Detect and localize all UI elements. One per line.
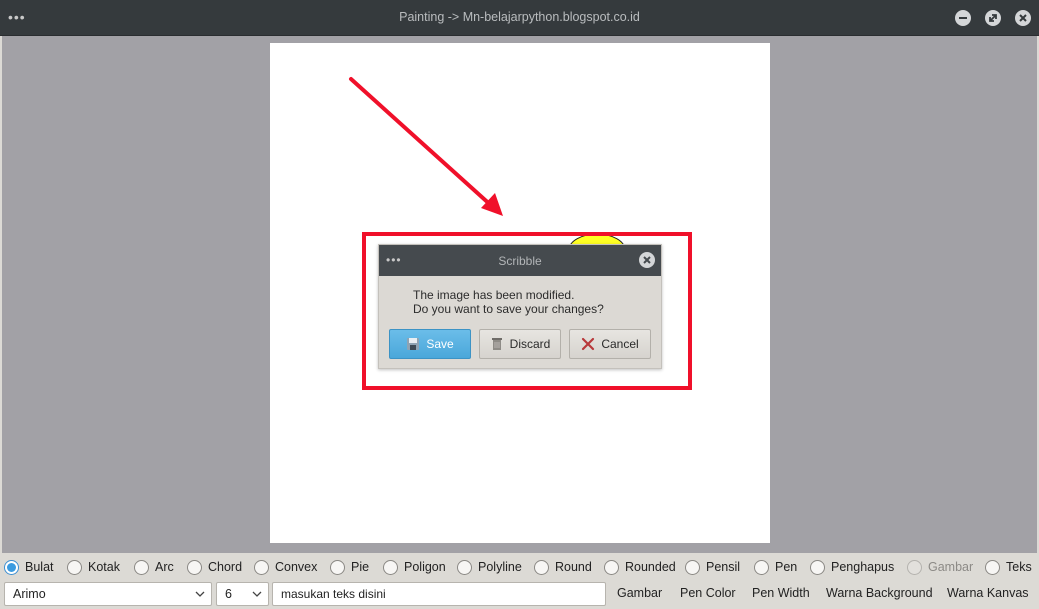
- font-select[interactable]: Arimo: [4, 582, 212, 606]
- radio-chord[interactable]: Chord: [187, 559, 242, 575]
- cancel-button-label: Cancel: [601, 337, 639, 351]
- radio-pensil[interactable]: Pensil: [685, 559, 740, 575]
- save-button-label: Save: [426, 337, 454, 351]
- minimize-icon: [959, 17, 967, 19]
- shape-selector: Bulat Kotak Arc Chord Convex Pie Poligon…: [0, 555, 1039, 579]
- dialog-message-line2: Do you want to save your changes?: [413, 302, 604, 316]
- chevron-down-icon: [252, 591, 262, 597]
- dialog-message: The image has been modified. Do you want…: [413, 288, 604, 316]
- pen-width-button[interactable]: Pen Width: [752, 586, 810, 600]
- trash-icon: [491, 338, 502, 350]
- radio-teks[interactable]: Teks: [985, 559, 1032, 575]
- chevron-down-icon: [195, 591, 205, 597]
- discard-button[interactable]: Discard: [479, 329, 561, 359]
- close-icon: [1019, 14, 1027, 22]
- maximize-icon: [989, 14, 997, 22]
- radio-bulat[interactable]: Bulat: [4, 559, 54, 575]
- discard-button-label: Discard: [509, 337, 551, 351]
- radio-arc[interactable]: Arc: [134, 559, 174, 575]
- pen-size-select[interactable]: 6: [216, 582, 269, 606]
- window-titlebar: ••• Painting -> Mn-belajarpython.blogspo…: [0, 0, 1039, 36]
- radio-gambar: Gambar: [907, 559, 973, 575]
- close-icon: [643, 256, 651, 264]
- warna-kanvas-button[interactable]: Warna Kanvas: [947, 586, 1029, 600]
- font-select-value: Arimo: [13, 587, 46, 601]
- radio-convex[interactable]: Convex: [254, 559, 317, 575]
- radio-pie[interactable]: Pie: [330, 559, 369, 575]
- dialog-message-line1: The image has been modified.: [413, 288, 575, 302]
- gambar-button[interactable]: Gambar: [617, 586, 662, 600]
- window-title: Painting -> Mn-belajarpython.blogspot.co…: [399, 10, 640, 24]
- close-button[interactable]: [1015, 10, 1031, 26]
- save-button[interactable]: Save: [389, 329, 471, 359]
- minimize-button[interactable]: [955, 10, 971, 26]
- cancel-button[interactable]: Cancel: [569, 329, 651, 359]
- maximize-button[interactable]: [985, 10, 1001, 26]
- pen-size-value: 6: [225, 587, 232, 601]
- radio-round[interactable]: Round: [534, 559, 592, 575]
- warna-background-button[interactable]: Warna Background: [826, 586, 933, 600]
- radio-kotak[interactable]: Kotak: [67, 559, 120, 575]
- save-changes-dialog: ••• Scribble The image has been modified…: [378, 244, 662, 369]
- radio-rounded[interactable]: Rounded: [604, 559, 676, 575]
- cancel-icon: [582, 337, 595, 351]
- dialog-close-button[interactable]: [639, 252, 655, 268]
- bottom-toolbar: Arimo 6 masukan teks disini Gambar Pen C…: [0, 580, 1039, 609]
- dialog-title: Scribble: [498, 254, 542, 268]
- floppy-disk-icon: [407, 338, 420, 350]
- radio-pen[interactable]: Pen: [754, 559, 797, 575]
- radio-polyline[interactable]: Polyline: [457, 559, 522, 575]
- pen-color-button[interactable]: Pen Color: [680, 586, 736, 600]
- dialog-titlebar: ••• Scribble: [379, 245, 661, 276]
- radio-penghapus[interactable]: Penghapus: [810, 559, 894, 575]
- text-input[interactable]: masukan teks disini: [272, 582, 606, 606]
- radio-poligon[interactable]: Poligon: [383, 559, 446, 575]
